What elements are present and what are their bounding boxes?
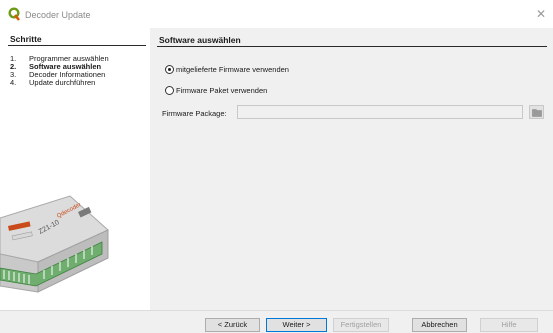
step-item: 4. Update durchführen (10, 78, 96, 87)
radio-firmware-package[interactable]: Firmware Paket verwenden (165, 84, 267, 96)
radio-unchecked-icon[interactable] (165, 85, 174, 95)
firmware-package-input[interactable] (237, 105, 523, 119)
steps-panel: Schritte 1. Programmer auswählen 2. Softwa… (0, 28, 150, 310)
title-divider (157, 46, 547, 47)
steps-list: 1. Programmer auswählen 2. Software auswäh… (10, 55, 109, 87)
close-icon[interactable]: ✕ (533, 6, 549, 22)
radio-checked-icon[interactable] (165, 64, 174, 74)
radio-package-label: Firmware Paket verwenden (176, 85, 268, 95)
title-bar: Decoder Update ✕ (0, 0, 553, 28)
next-button[interactable]: Weiter > (266, 318, 327, 332)
button-bar: < Zurück Weiter > Fertigstellen Abbreche… (0, 310, 553, 333)
radio-builtin-firmware[interactable]: mitgelieferte Firmware verwenden (165, 63, 289, 75)
browse-button[interactable] (529, 105, 544, 119)
decoder-device-image: Z21-10 Qdecoder (0, 195, 109, 293)
steps-heading: Schritte (10, 34, 42, 44)
steps-divider (8, 45, 146, 46)
back-button[interactable]: < Zurück (205, 318, 260, 332)
finish-button[interactable]: Fertigstellen (333, 318, 389, 332)
page-title: Software auswählen (159, 35, 241, 45)
cancel-button[interactable]: Abbrechen (412, 318, 467, 332)
radio-builtin-label: mitgelieferte Firmware verwenden (176, 64, 289, 74)
help-button[interactable]: Hilfe (480, 318, 538, 332)
firmware-package-label: Firmware Package: (162, 109, 227, 118)
folder-icon (532, 109, 542, 117)
main-panel: Software auswählen mitgelieferte Firmwar… (150, 28, 553, 310)
window-title: Decoder Update (25, 10, 91, 20)
app-logo-icon (8, 7, 21, 21)
